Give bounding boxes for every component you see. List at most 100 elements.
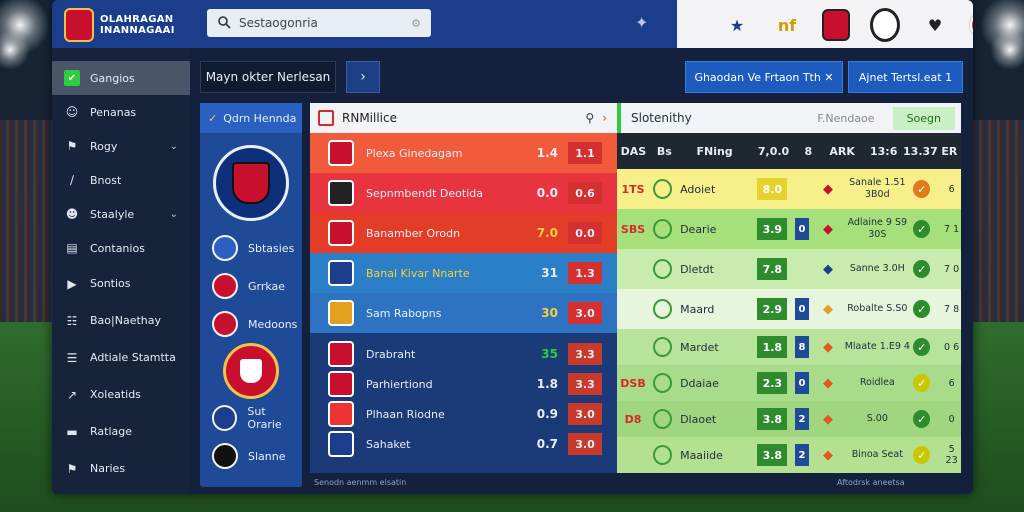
- sidebar-item[interactable]: ∕ Bnost: [52, 163, 190, 197]
- trend-icon[interactable]: ✓: [913, 260, 931, 278]
- stats-row[interactable]: DSB Ddaiae 2.3 0 ◆ Roidlea ✓ 6: [617, 365, 961, 401]
- club-crest-icon[interactable]: [822, 9, 850, 41]
- sidebar-item[interactable]: ☺ Penanas: [52, 95, 190, 129]
- stats-extra: 2: [795, 444, 809, 466]
- league-row[interactable]: Grrkae: [200, 267, 302, 305]
- sidebar-item[interactable]: ⚑ Naries: [52, 450, 190, 487]
- profile-flag-icon[interactable]: [970, 11, 973, 39]
- stats-extra: [795, 178, 808, 200]
- stats-name: Ddaiae: [680, 376, 719, 390]
- match-row[interactable]: Parhiertiond 1.8 3.3: [310, 369, 617, 399]
- stats-value[interactable]: 1.8: [757, 336, 788, 358]
- sidebar-item[interactable]: ↗ Xoleatids: [52, 376, 190, 413]
- stats-row[interactable]: SBS Dearie 3.9 0 ◆ Adlaine 9 S9 30S ✓ 7 1: [617, 209, 961, 249]
- filter-button-2[interactable]: Ajnet Tertsl.eat 1: [848, 61, 963, 93]
- app-logo[interactable]: OLAHRAGAN INANNAGAAI: [64, 8, 175, 42]
- search-input[interactable]: Sestaogonria: [239, 16, 411, 30]
- club-badge-icon[interactable]: [870, 8, 900, 42]
- trend-icon[interactable]: ✓: [913, 338, 931, 356]
- match-row[interactable]: Banamber Orodn 7.0 0.0: [310, 213, 617, 253]
- match-odds[interactable]: 3.0: [568, 302, 602, 324]
- stats-value[interactable]: 3.8: [757, 408, 788, 430]
- match-odds[interactable]: 1.1: [568, 142, 602, 164]
- next-arrow-button[interactable]: ›: [346, 61, 380, 93]
- match-row[interactable]: Drabraht 35 3.3: [310, 339, 617, 369]
- stats-button[interactable]: Soegn: [892, 106, 955, 130]
- match-row[interactable]: Sam Rabopns 30 3.0: [310, 293, 617, 333]
- chevron-down-icon[interactable]: ⌄: [170, 209, 178, 220]
- sidebar-item[interactable]: ✔ Gangios: [52, 61, 190, 95]
- sidebar-item[interactable]: ▶ Sontios: [52, 265, 190, 302]
- trend-icon[interactable]: ✓: [913, 300, 931, 318]
- heart-icon[interactable]: ♥: [920, 10, 950, 40]
- search-box[interactable]: Sestaogonria ⚙: [207, 9, 431, 37]
- sidebar-item[interactable]: ▬ Ratlage: [52, 413, 190, 450]
- sidebar-item[interactable]: ▤ Contanios: [52, 231, 190, 265]
- league-badge-icon: [212, 311, 238, 337]
- league-row[interactable]: Sut Orarie: [200, 399, 302, 437]
- match-odds[interactable]: 1.3: [568, 262, 602, 284]
- league-row[interactable]: Medoons: [200, 305, 302, 343]
- chevron-right-icon[interactable]: ›: [602, 111, 607, 125]
- match-odds[interactable]: 3.3: [568, 373, 602, 395]
- league-crest-icon[interactable]: [213, 145, 289, 221]
- league-row[interactable]: Sbtasies: [200, 229, 302, 267]
- trend-icon[interactable]: ✓: [913, 410, 931, 428]
- stats-column-label: Bs: [656, 144, 672, 158]
- search-icon[interactable]: ⚲: [585, 111, 594, 125]
- stats-value[interactable]: 8.0: [757, 178, 788, 200]
- stats-row[interactable]: Maard 2.9 0 ◆ Robalte S.S0 ✓ 7 8: [617, 289, 961, 329]
- sidebar-item-label: Ratlage: [90, 425, 133, 438]
- trend-icon[interactable]: ✓: [913, 220, 931, 238]
- stats-value[interactable]: 2.3: [757, 372, 788, 394]
- stats-team: Mlaate 1.E9 4: [844, 341, 910, 352]
- match-row[interactable]: Plexa Ginedagam 1.4 1.1: [310, 133, 617, 173]
- status-ring-icon: [653, 373, 673, 393]
- stats-value[interactable]: 3.8: [757, 444, 788, 466]
- league-label: Grrkae: [248, 279, 286, 293]
- add-icon[interactable]: ✦: [635, 13, 648, 32]
- match-score: 7.0: [536, 226, 558, 240]
- sidebar-item[interactable]: ☻ Staalyle ⌄: [52, 197, 190, 231]
- match-row[interactable]: Sepnmbendt Deotida 0.0 0.6: [310, 173, 617, 213]
- match-row[interactable]: Plhaan Riodne 0.9 3.0: [310, 399, 617, 429]
- trend-icon[interactable]: ✓: [913, 446, 931, 464]
- sidebar-item[interactable]: ☷ Bao|Naethay: [52, 302, 190, 339]
- stats-value[interactable]: 2.9: [757, 298, 788, 320]
- stats-row[interactable]: Maaiide 3.8 2 ◆ Binoa Seat ✓ 5 23: [617, 437, 961, 473]
- match-odds[interactable]: 0.0: [568, 222, 602, 244]
- team-crest-icon: [328, 371, 354, 397]
- stats-team: Roidlea: [859, 377, 895, 388]
- sidebar-item[interactable]: ☰ Adtiale Stamtta: [52, 339, 190, 376]
- league-row[interactable]: Slanne: [200, 437, 302, 475]
- match-odds[interactable]: 0.6: [568, 182, 602, 204]
- filter-button-1[interactable]: Ghaodan Ve Frtaon Tth ✕: [685, 61, 843, 93]
- clear-icon[interactable]: ⚙: [411, 17, 421, 30]
- stats-value[interactable]: 7.8: [757, 258, 788, 280]
- stats-row[interactable]: 1TS Adoiet 8.0 ◆ Sanale 1.51 3B0d ✓ 6: [617, 169, 961, 209]
- match-odds[interactable]: 3.3: [568, 343, 602, 365]
- stats-row[interactable]: D8 Dlaoet 3.8 2 ◆ S.00 ✓ 0: [617, 401, 961, 437]
- star-icon[interactable]: ★: [722, 10, 752, 40]
- stats-value[interactable]: 3.9: [757, 218, 788, 240]
- chevron-down-icon[interactable]: ⌄: [170, 141, 178, 152]
- stats-code: D8: [624, 412, 642, 426]
- sidebar: ✔ Gangios ☺ Penanas ⚑ Rogy ⌄ ∕ Bnost ☻ Staalyle ⌄ ▤ C…: [52, 48, 190, 494]
- trend-icon[interactable]: ✓: [913, 180, 931, 198]
- featured-club-crest-icon[interactable]: [223, 343, 279, 399]
- match-row[interactable]: Banal Kivar Nnarte 31 1.3: [310, 253, 617, 293]
- match-row[interactable]: Sahaket 0.7 3.0: [310, 429, 617, 459]
- stats-extra: 0: [795, 298, 809, 320]
- match-odds[interactable]: 3.0: [568, 403, 602, 425]
- stats-header: Slotenithy F.Nendaoe Soegn: [617, 103, 961, 133]
- sidebar-item[interactable]: ⚑ Rogy ⌄: [52, 129, 190, 163]
- nf-logo-icon[interactable]: nf: [772, 10, 802, 40]
- stats-link[interactable]: F.Nendaoe: [817, 112, 874, 125]
- subheader-title[interactable]: Mayn okter Nerlesan: [200, 61, 336, 93]
- trend-icon[interactable]: ✓: [913, 374, 931, 392]
- sidebar-item-label: Bao|Naethay: [90, 314, 161, 327]
- match-odds[interactable]: 3.0: [568, 433, 602, 455]
- stats-row[interactable]: Mardet 1.8 8 ◆ Mlaate 1.E9 4 ✓ 0 6: [617, 329, 961, 365]
- stats-row[interactable]: Dletdt 7.8 ◆ Sanne 3.0H ✓ 7 0: [617, 249, 961, 289]
